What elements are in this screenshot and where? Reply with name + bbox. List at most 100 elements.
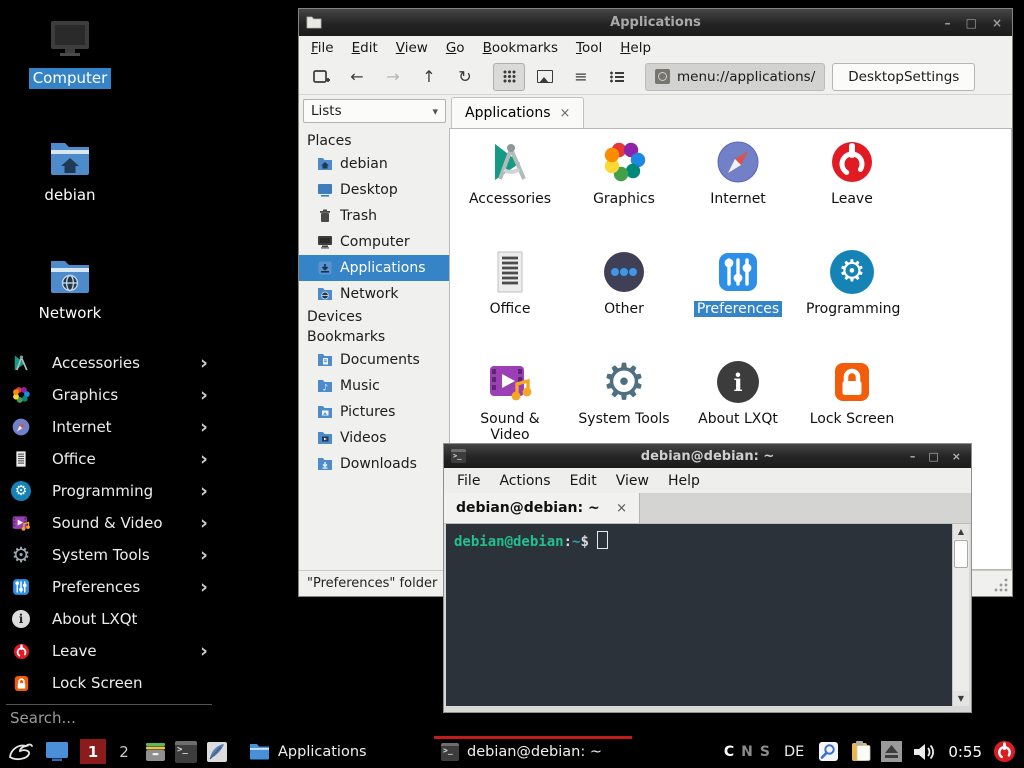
menu-item-about-lxqt[interactable]: i About LXQt — [0, 603, 218, 635]
menu-item-programming[interactable]: ⚙ Programming › — [0, 475, 218, 507]
sidebar-item-music[interactable]: ♪ Music — [299, 373, 449, 399]
featherpad-launcher[interactable] — [206, 741, 228, 763]
fm-menu-go[interactable]: Go — [446, 40, 465, 56]
path-crumb-desktopsettings[interactable]: DesktopSettings — [832, 63, 975, 91]
app-category-system-tools[interactable]: ⚙ System Tools — [567, 358, 681, 427]
terminal-titlebar[interactable]: >_ debian@debian: ~ – □ × — [444, 444, 971, 468]
kbd-indicator-num[interactable]: N — [741, 744, 753, 760]
search-input[interactable] — [8, 708, 208, 728]
term-menu-view[interactable]: View — [616, 473, 649, 489]
sidebar-item-debian[interactable]: debian — [299, 151, 449, 177]
sidebar-item-trash[interactable]: Trash — [299, 203, 449, 229]
term-menu-edit[interactable]: Edit — [570, 473, 597, 489]
terminal-launcher[interactable]: >_ — [175, 741, 197, 763]
leave-tray-button[interactable] — [993, 740, 1016, 763]
tab-close-icon[interactable]: × — [616, 501, 627, 516]
maximize-button[interactable]: □ — [966, 16, 977, 30]
menu-item-office[interactable]: Office › — [0, 443, 218, 475]
term-menu-help[interactable]: Help — [668, 473, 700, 489]
app-category-sound-video[interactable]: Sound & Video — [453, 358, 567, 443]
tab-close-icon[interactable]: × — [560, 106, 571, 121]
fm-menu-edit[interactable]: Edit — [352, 40, 378, 56]
keyboard-layout-indicator[interactable]: DE — [784, 744, 804, 760]
resize-grip[interactable] — [994, 578, 1008, 592]
icon-view-button[interactable] — [493, 63, 525, 91]
terminal-screen[interactable]: debian@debian:~$ — [446, 524, 952, 706]
sidebar-item-downloads[interactable]: Downloads — [299, 451, 449, 477]
app-category-other[interactable]: Other — [567, 248, 681, 317]
desktop-icon-label: Network — [35, 303, 106, 324]
scroll-down-icon[interactable]: ▼ — [953, 691, 969, 706]
minimize-button[interactable]: – — [910, 450, 916, 463]
close-button[interactable]: × — [992, 16, 1002, 30]
fm-menu-file[interactable]: File — [311, 40, 334, 56]
menu-item-preferences[interactable]: Preferences › — [0, 571, 218, 603]
back-button[interactable]: ← — [341, 63, 373, 91]
app-category-office[interactable]: Office — [453, 248, 567, 317]
detailed-view-button[interactable] — [601, 63, 633, 91]
task-applications[interactable]: Applications — [242, 735, 434, 768]
term-menu-file[interactable]: File — [457, 473, 480, 489]
menu-item-system-tools[interactable]: ⚙ System Tools › — [0, 539, 218, 571]
app-category-preferences[interactable]: Preferences — [681, 248, 795, 317]
forward-button[interactable]: → — [377, 63, 409, 91]
app-category-lock-screen[interactable]: Lock Screen — [795, 358, 909, 427]
show-desktop-button[interactable] — [45, 741, 69, 762]
menu-item-graphics[interactable]: Graphics › — [0, 379, 218, 411]
scrollbar-thumb[interactable] — [954, 540, 968, 568]
tab-applications[interactable]: Applications × — [451, 97, 584, 128]
close-button[interactable]: × — [952, 450, 961, 463]
terminal-tab[interactable]: debian@debian: ~ × — [444, 493, 640, 523]
sidebar-item-network[interactable]: Network — [299, 281, 449, 307]
desktop-icon-debian[interactable]: debian — [24, 139, 116, 206]
sidebar-item-applications[interactable]: Applications — [299, 255, 449, 281]
app-category-about-lxqt[interactable]: i About LXQt — [681, 358, 795, 427]
path-bar[interactable]: menu://applications/ — [645, 63, 825, 91]
thumbnail-view-button[interactable] — [529, 63, 561, 91]
lxqt-menu-button[interactable] — [7, 740, 34, 764]
menu-item-lock-screen[interactable]: Lock Screen — [0, 667, 218, 699]
up-button[interactable]: ↑ — [413, 63, 445, 91]
menu-item-leave[interactable]: Leave › — [0, 635, 218, 667]
sidebar-item-desktop[interactable]: Desktop — [299, 177, 449, 203]
terminal-scrollbar[interactable]: ▲ ▼ — [952, 524, 969, 706]
term-menu-actions[interactable]: Actions — [499, 473, 550, 489]
fm-titlebar[interactable]: Applications – □ × — [299, 9, 1012, 36]
app-category-internet[interactable]: Internet — [681, 138, 795, 207]
kbd-indicator-scroll[interactable]: S — [760, 744, 770, 760]
app-category-programming[interactable]: ⚙ Programming — [795, 248, 909, 317]
workspace-1-button[interactable]: 1 — [80, 739, 106, 764]
kbd-indicator-caps[interactable]: C — [724, 744, 734, 760]
desktop-icon-computer[interactable]: Computer — [24, 18, 116, 89]
compact-view-button[interactable]: ≡ — [565, 63, 597, 91]
eject-tray-icon[interactable] — [881, 741, 902, 762]
app-category-accessories[interactable]: Accessories — [453, 138, 567, 207]
task-terminal[interactable]: >_ debian@debian: ~ — [434, 735, 632, 768]
workspace-2-button[interactable]: 2 — [117, 743, 131, 761]
sidebar-item-videos[interactable]: Videos — [299, 425, 449, 451]
desktop-icon-network[interactable]: Network — [24, 257, 116, 324]
menu-item-accessories[interactable]: Accessories › — [0, 347, 218, 379]
lists-combobox[interactable]: Lists ▾ — [303, 99, 446, 123]
clock[interactable]: 0:55 — [948, 743, 982, 761]
app-category-leave[interactable]: Leave — [795, 138, 909, 207]
minimize-button[interactable]: – — [945, 16, 951, 30]
screenshot-tray-icon[interactable] — [817, 740, 840, 763]
clipboard-tray-icon[interactable] — [849, 740, 872, 763]
fm-menu-view[interactable]: View — [396, 40, 428, 56]
sidebar-item-documents[interactable]: Documents — [299, 347, 449, 373]
sidebar-item-pictures[interactable]: Pictures — [299, 399, 449, 425]
file-manager-launcher[interactable] — [144, 741, 167, 763]
fm-menu-help[interactable]: Help — [620, 40, 651, 56]
menu-item-sound-video[interactable]: Sound & Video › — [0, 507, 218, 539]
menu-item-internet[interactable]: Internet › — [0, 411, 218, 443]
reload-button[interactable]: ↻ — [449, 63, 481, 91]
fm-menu-tool[interactable]: Tool — [576, 40, 602, 56]
new-window-button[interactable] — [305, 63, 337, 91]
scroll-up-icon[interactable]: ▲ — [953, 524, 969, 539]
sidebar-item-computer[interactable]: Computer — [299, 229, 449, 255]
maximize-button[interactable]: □ — [928, 450, 938, 463]
fm-menu-bookmarks[interactable]: Bookmarks — [483, 40, 558, 56]
volume-tray-icon[interactable] — [912, 742, 936, 762]
app-category-graphics[interactable]: Graphics — [567, 138, 681, 207]
